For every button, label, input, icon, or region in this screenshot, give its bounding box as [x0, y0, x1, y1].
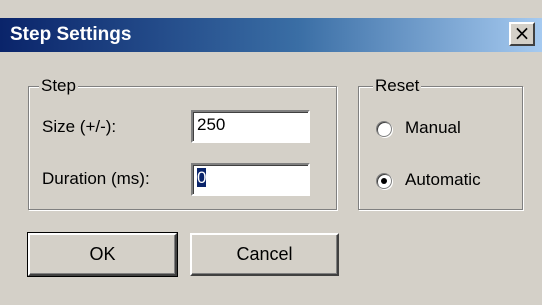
title-bar[interactable]: Step Settings × — [0, 18, 542, 52]
duration-input[interactable]: 0 — [191, 163, 310, 196]
reset-group-legend: Reset — [373, 76, 422, 96]
cancel-button-label: Cancel — [236, 244, 293, 264]
step-group-legend: Step — [39, 76, 78, 96]
ok-button-label: OK — [89, 244, 116, 264]
size-input-value: 250 — [197, 115, 226, 134]
manual-radio-label[interactable]: Manual — [405, 118, 461, 138]
automatic-radio-label[interactable]: Automatic — [405, 170, 481, 190]
step-settings-dialog: Step Settings × Step Size (+/-): 250 Dur… — [0, 0, 542, 305]
radio-selected-dot-icon — [381, 178, 387, 184]
close-button[interactable]: × — [509, 22, 535, 46]
automatic-radio[interactable] — [376, 173, 392, 189]
size-input[interactable]: 250 — [191, 110, 310, 143]
size-label: Size (+/-): — [42, 117, 117, 136]
close-icon: × — [513, 21, 531, 45]
cancel-button[interactable]: Cancel — [190, 233, 339, 276]
duration-input-value: 0 — [197, 168, 207, 187]
ok-button[interactable]: OK — [27, 232, 178, 277]
manual-radio[interactable] — [376, 121, 392, 137]
reset-groupbox: Reset — [358, 76, 523, 210]
duration-label: Duration (ms): — [42, 169, 150, 188]
window-title: Step Settings — [10, 24, 132, 45]
